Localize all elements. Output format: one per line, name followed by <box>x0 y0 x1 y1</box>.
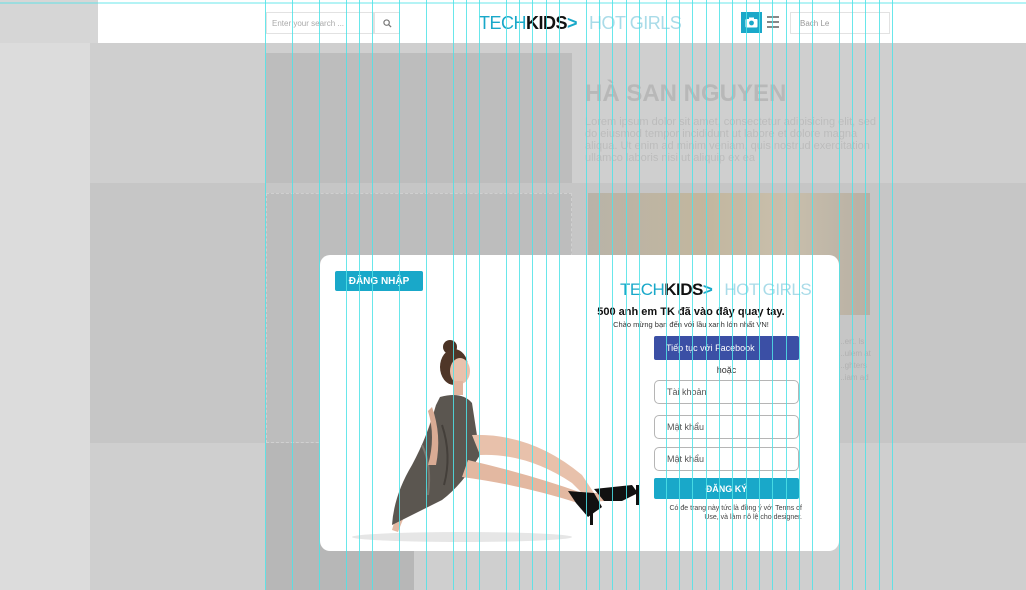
modal-subline: Chào mừng bạn đến với lầu xanh lớn nhất … <box>613 320 769 329</box>
facebook-login-button[interactable]: Tiếp tục với Facebook <box>654 336 799 360</box>
cover-image <box>266 53 572 183</box>
search-icon <box>382 18 392 28</box>
user-name-box[interactable]: Bach Le <box>790 12 890 34</box>
camera-button[interactable] <box>741 12 762 33</box>
or-divider: hoặc <box>716 365 737 375</box>
login-button[interactable]: ĐĂNG NHẬP <box>335 271 423 291</box>
logo-hot-girls: HOT GIRLS <box>724 280 812 299</box>
camera-icon <box>745 17 758 28</box>
logo-kids: KIDS <box>664 280 703 299</box>
hamburger-menu-icon[interactable] <box>767 16 779 31</box>
username-field[interactable]: Tài khoản <box>654 380 799 404</box>
left-strip <box>0 43 90 590</box>
logo-tech: TECH <box>620 280 665 299</box>
search-button[interactable] <box>374 12 400 34</box>
logo-hot-girls: HOT GIRLS <box>589 13 682 33</box>
site-logo[interactable]: TECHKIDS> HOT GIRLS <box>479 13 682 34</box>
modal-logo: TECHKIDS> HOT GIRLS <box>620 280 812 300</box>
search-input[interactable]: Enter your search ... <box>266 12 374 34</box>
signup-modal: ĐĂNG NHẬP TECHKIDS> HOT GIRLS 500 anh em … <box>320 255 839 551</box>
terms-text: Có đe trang này tức là đồng ý với Terms … <box>669 505 803 521</box>
model-photo <box>352 340 639 542</box>
modal-headline: 500 anh em TK đã vào đây quay tay. <box>597 306 785 318</box>
signup-button[interactable]: ĐĂNG KÝ <box>654 478 799 499</box>
logo-kids: KIDS <box>526 13 568 33</box>
profile-name: HÀ SAN NGUYEN <box>585 80 787 107</box>
profile-description: Lorem ipsum dolor sit amet, consectetur … <box>585 116 877 164</box>
card-snippet: ...ert. ls ...ulem at ...ghters ...iam a… <box>838 337 871 382</box>
logo-arrow: > <box>567 13 578 33</box>
logo-tech: TECH <box>479 13 527 33</box>
confirm-password-field[interactable]: Mật khẩu <box>654 447 799 471</box>
logo-arrow: > <box>702 280 713 299</box>
password-field[interactable]: Mật khẩu <box>654 415 799 439</box>
